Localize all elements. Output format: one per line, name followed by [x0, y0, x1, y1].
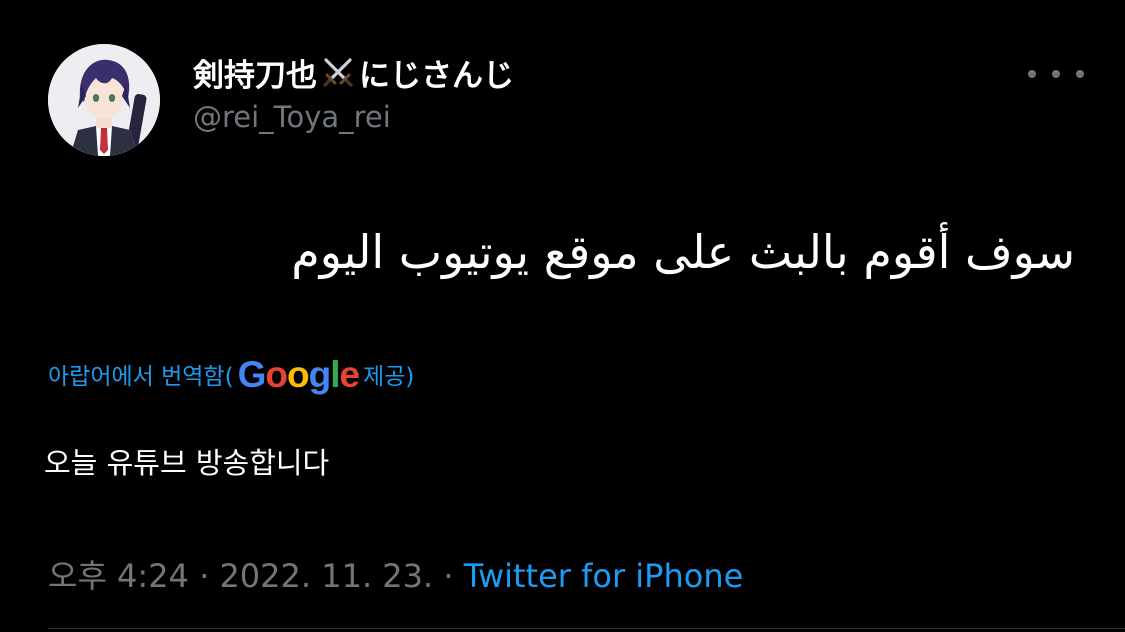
avatar-image: [48, 44, 160, 156]
display-name-text: 剣持刀也: [193, 57, 317, 94]
avatar[interactable]: [48, 44, 160, 156]
tweet-time[interactable]: 오후 4:24: [48, 557, 189, 595]
more-dot: [1052, 70, 1060, 78]
user-handle[interactable]: @rei_Toya_rei: [193, 100, 391, 134]
google-logo: Google: [237, 354, 360, 395]
tweet-source-link[interactable]: Twitter for iPhone: [464, 557, 744, 595]
display-name[interactable]: 剣持刀也 にじさんじ: [193, 52, 514, 94]
tweet-date[interactable]: 2022. 11. 23.: [219, 557, 433, 595]
more-dot: [1028, 70, 1036, 78]
divider: [48, 628, 1125, 629]
meta-separator: ·: [188, 557, 220, 595]
translation-attribution[interactable]: 아랍어에서 번역함( Google 제공): [48, 352, 414, 396]
display-name-suffix: にじさんじ: [359, 57, 514, 94]
more-dot: [1076, 70, 1084, 78]
more-options-icon[interactable]: [1028, 64, 1084, 84]
translation-label-suffix: 제공): [363, 364, 415, 390]
crossed-swords-icon: [321, 55, 355, 89]
tweet-text: سوف أقوم بالبث على موقع يوتيوب اليوم: [291, 225, 1075, 279]
translation-label-prefix: 아랍어에서 번역함(: [48, 364, 234, 390]
translated-text: 오늘 유튜브 방송합니다: [44, 446, 330, 480]
tweet-meta: 오후 4:24 · 2022. 11. 23. · Twitter for iP…: [48, 551, 743, 597]
meta-separator: ·: [433, 557, 464, 595]
